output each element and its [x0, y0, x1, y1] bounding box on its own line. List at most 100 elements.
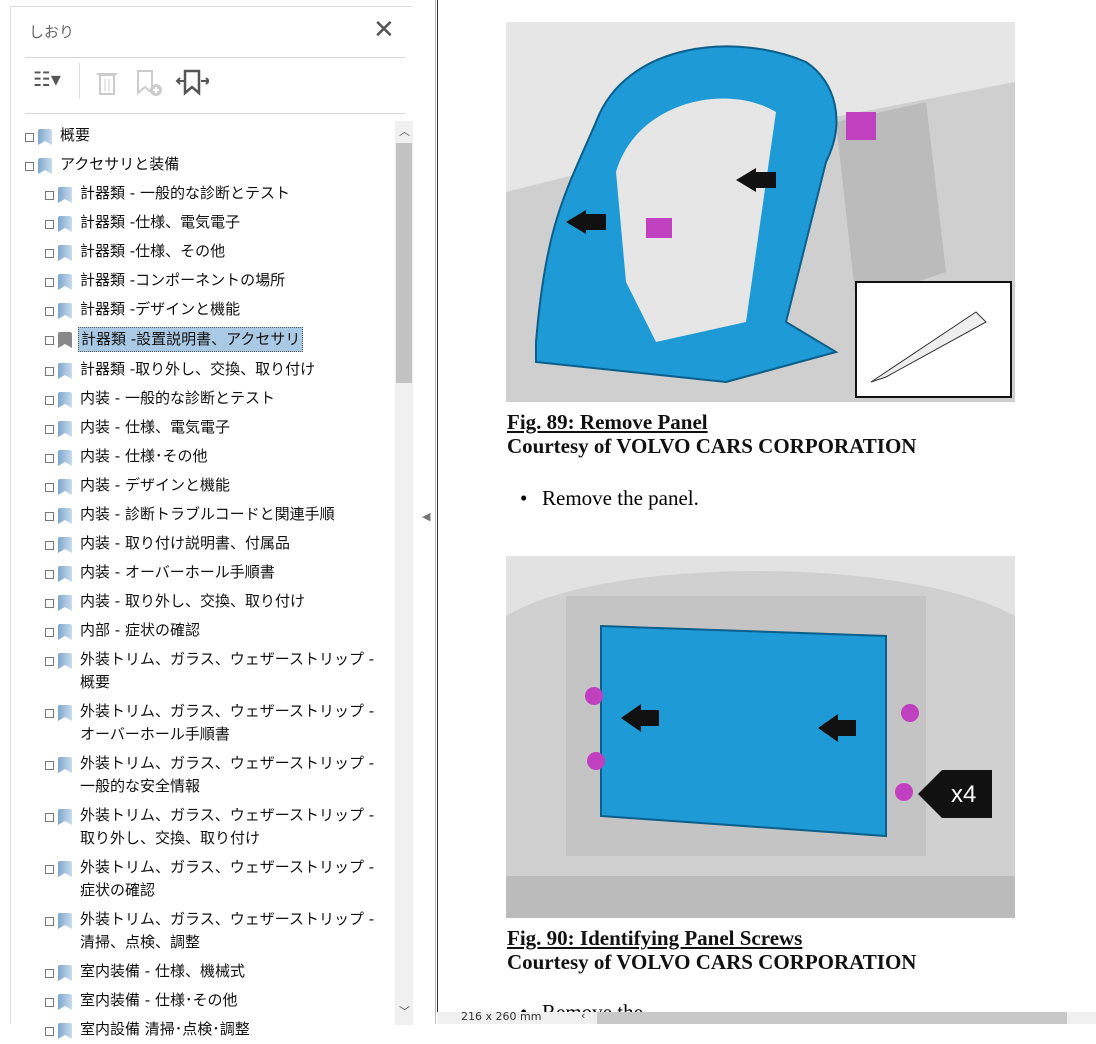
bookmark-item[interactable]: 内部 - 症状の確認 — [25, 616, 395, 645]
expand-toggle-icon[interactable] — [45, 336, 54, 345]
expand-toggle-icon[interactable] — [25, 162, 34, 171]
figure-89-credit: Courtesy of VOLVO CARS CORPORATION — [507, 434, 917, 458]
document-view: Fig. 89: Remove Panel Courtesy of VOLVO C… — [437, 0, 1096, 1012]
bullet-remove-panel: Remove the panel. — [520, 486, 699, 511]
figure-90-panel-screws: x4 — [506, 556, 1015, 918]
trash-icon[interactable] — [95, 69, 119, 97]
bookmark-label: 室内装備 - 仕様･その他 — [80, 991, 238, 1009]
expand-toggle-icon[interactable] — [45, 657, 54, 666]
scrollbar[interactable]: ︿ ﹀ — [395, 121, 413, 1025]
bookmark-item[interactable]: 室内装備 - 仕様、機械式 — [25, 957, 395, 986]
expand-toggle-icon[interactable] — [45, 813, 54, 822]
bookmark-item[interactable]: 計器類 -設置説明書、アクセサリ — [25, 324, 395, 355]
toolbar-separator — [79, 63, 80, 99]
bookmark-item[interactable]: 計器類 -仕様、その他 — [25, 237, 395, 266]
bookmark-icon — [58, 624, 72, 640]
expand-toggle-icon[interactable] — [45, 917, 54, 926]
bookmark-item[interactable]: 内装 - オーバーホール手順書 — [25, 558, 395, 587]
bookmark-label: 計器類 -コンポーネントの場所 — [80, 271, 286, 289]
expand-toggle-icon[interactable] — [45, 425, 54, 434]
bookmark-label: 計器類 -設置説明書、アクセサリ — [78, 327, 304, 352]
expand-bookmark-icon[interactable] — [175, 69, 209, 99]
bookmark-icon — [58, 537, 72, 553]
collapse-pane-icon[interactable]: ◀ — [422, 510, 430, 523]
bookmark-icon — [58, 595, 72, 611]
bookmark-item[interactable]: 内装 - 取り付け説明書、付属品 — [25, 529, 395, 558]
expand-toggle-icon[interactable] — [45, 865, 54, 874]
bookmark-label: 内装 - デザインと機能 — [80, 476, 230, 494]
expand-toggle-icon[interactable] — [45, 599, 54, 608]
bookmark-item[interactable]: 計器類 -デザインと機能 — [25, 295, 395, 324]
bookmark-icon — [58, 994, 72, 1010]
bookmark-icon — [58, 421, 72, 437]
expand-toggle-icon[interactable] — [25, 133, 34, 142]
bookmark-item[interactable]: 外装トリム、ガラス、ウェザーストリップ - 取り外し、交換、取り付け — [25, 801, 395, 853]
bookmark-label: 外装トリム、ガラス、ウェザーストリップ - 取り外し、交換、取り付け — [80, 806, 375, 847]
expand-toggle-icon[interactable] — [45, 396, 54, 405]
bookmark-item[interactable]: 概要 — [25, 121, 395, 150]
expand-toggle-icon[interactable] — [45, 278, 54, 287]
bookmark-label: 計器類 - 一般的な診断とテスト — [80, 184, 290, 202]
bookmark-item[interactable]: 室内設備 清掃･点検･調整 — [25, 1015, 395, 1044]
bookmark-item[interactable]: 計器類 -仕様、電気電子 — [25, 208, 395, 237]
bookmarks-pane: しおり ✕ ☷▾ 概要 アクセサリと装備 計器類 - 一般的な診断とテスト 計器類 -… — [0, 0, 436, 1039]
figure-89-remove-panel — [506, 22, 1015, 402]
expand-toggle-icon[interactable] — [45, 761, 54, 770]
expand-toggle-icon[interactable] — [45, 454, 54, 463]
bookmark-item[interactable]: 外装トリム、ガラス、ウェザーストリップ - 一般的な安全情報 — [25, 749, 395, 801]
bookmark-label: 内装 - 取り外し、交換、取り付け — [80, 592, 305, 610]
bookmark-item[interactable]: 外装トリム、ガラス、ウェザーストリップ - 症状の確認 — [25, 853, 395, 905]
bookmark-item[interactable]: 内装 - 取り外し、交換、取り付け — [25, 587, 395, 616]
bookmark-item[interactable]: 計器類 -コンポーネントの場所 — [25, 266, 395, 295]
bookmark-item[interactable]: アクセサリと装備 — [25, 150, 395, 179]
expand-toggle-icon[interactable] — [45, 998, 54, 1007]
bookmark-item[interactable]: 内装 - 診断トラブルコードと関連手順 — [25, 500, 395, 529]
expand-toggle-icon[interactable] — [45, 709, 54, 718]
bookmark-item[interactable]: 内装 - デザインと機能 — [25, 471, 395, 500]
bookmark-label: 内装 - 仕様、電気電子 — [80, 418, 230, 436]
expand-toggle-icon[interactable] — [45, 367, 54, 376]
bullet-next: Remove the — [520, 1000, 643, 1012]
scroll-down-icon[interactable]: ﹀ — [399, 1003, 410, 1019]
new-bookmark-icon[interactable] — [135, 69, 165, 99]
expand-toggle-icon[interactable] — [45, 969, 54, 978]
bookmark-item[interactable]: 内装 - 仕様･その他 — [25, 442, 395, 471]
bookmark-label: 内装 - 一般的な診断とテスト — [80, 389, 275, 407]
expand-toggle-icon[interactable] — [45, 307, 54, 316]
scroll-left-icon[interactable]: ‹ — [581, 1009, 585, 1022]
expand-toggle-icon[interactable] — [45, 1027, 54, 1036]
bookmark-label: 外装トリム、ガラス、ウェザーストリップ - 症状の確認 — [80, 858, 375, 899]
bookmark-label: 計器類 -取り外し、交換、取り付け — [80, 360, 316, 378]
bookmark-item[interactable]: 計器類 - 一般的な診断とテスト — [25, 179, 395, 208]
bookmark-icon — [38, 129, 52, 145]
expand-toggle-icon[interactable] — [45, 541, 54, 550]
page-size: 216 x 260 mm — [461, 1010, 542, 1023]
bookmark-icon — [58, 274, 72, 290]
horizontal-scrollbar-thumb[interactable] — [597, 1012, 1067, 1024]
scroll-up-icon[interactable]: ︿ — [399, 123, 410, 139]
expand-toggle-icon[interactable] — [45, 628, 54, 637]
bookmark-item[interactable]: 内装 - 一般的な診断とテスト — [25, 384, 395, 413]
expand-toggle-icon[interactable] — [45, 483, 54, 492]
bookmark-label: 内装 - 取り付け説明書、付属品 — [80, 534, 290, 552]
bookmark-item[interactable]: 外装トリム、ガラス、ウェザーストリップ - 清掃、点検、調整 — [25, 905, 395, 957]
bookmark-item[interactable]: 計器類 -取り外し、交換、取り付け — [25, 355, 395, 384]
figure-90-title: Fig. 90: Identifying Panel Screws — [507, 926, 803, 950]
bookmark-icon — [38, 158, 52, 174]
bookmark-item[interactable]: 内装 - 仕様、電気電子 — [25, 413, 395, 442]
bookmark-icon — [58, 1023, 72, 1039]
bookmark-icon — [58, 216, 72, 232]
expand-toggle-icon[interactable] — [45, 220, 54, 229]
bookmark-tree: 概要 アクセサリと装備 計器類 - 一般的な診断とテスト 計器類 -仕様、電気電子 計器… — [25, 121, 395, 1044]
bookmark-item[interactable]: 外装トリム、ガラス、ウェザーストリップ - オーバーホール手順書 — [25, 697, 395, 749]
bookmark-item[interactable]: 室内装備 - 仕様･その他 — [25, 986, 395, 1015]
expand-toggle-icon[interactable] — [45, 512, 54, 521]
figure-89-title: Fig. 89: Remove Panel — [507, 410, 708, 434]
close-icon[interactable]: ✕ — [373, 15, 395, 45]
expand-toggle-icon[interactable] — [45, 249, 54, 258]
options-menu-icon[interactable]: ☷▾ — [33, 67, 61, 91]
expand-toggle-icon[interactable] — [45, 191, 54, 200]
bookmark-item[interactable]: 外装トリム、ガラス、ウェザーストリップ - 概要 — [25, 645, 395, 697]
scrollbar-thumb[interactable] — [396, 143, 412, 383]
expand-toggle-icon[interactable] — [45, 570, 54, 579]
